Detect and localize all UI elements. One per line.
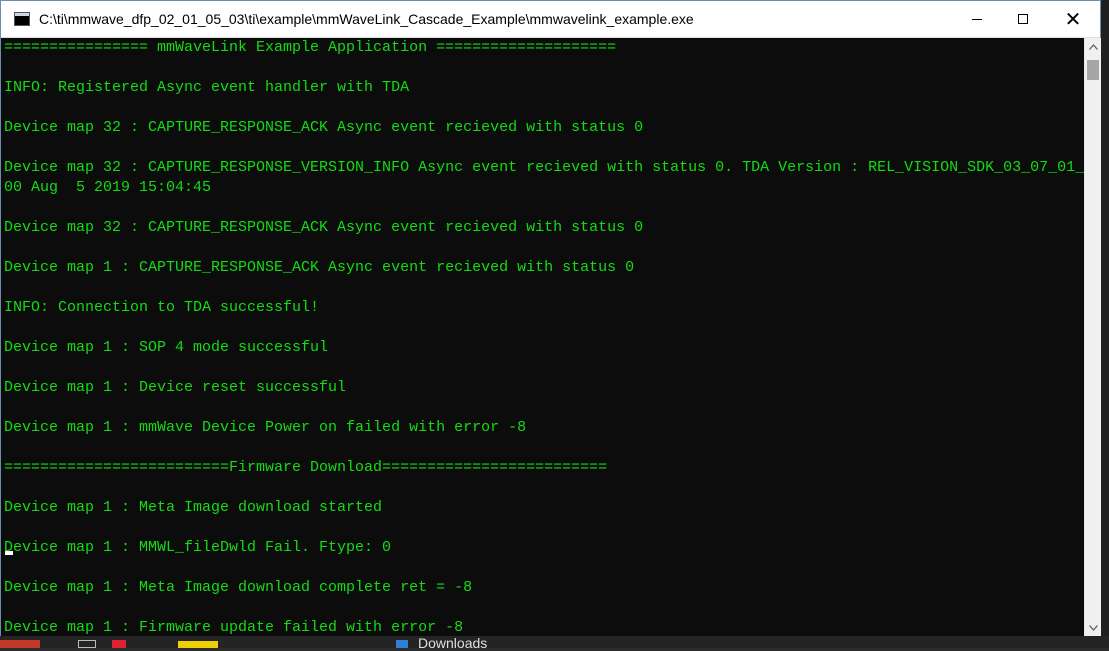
console-line: Device map 1 : Meta Image download compl… [4,579,473,596]
scrollbar-thumb[interactable] [1087,60,1099,80]
console-line: Device map 1 : SOP 4 mode successful [4,339,329,356]
taskbar-red-item[interactable] [0,640,40,648]
console-line: Device map 1 : MMWL_fileDwld Fail. Ftype… [4,539,392,556]
console-app-icon [14,12,30,26]
title-bar[interactable]: C:\ti\mmwave_dfp_02_01_05_03\ti\example\… [1,1,1100,38]
window-title: C:\ti\mmwave_dfp_02_01_05_03\ti\example\… [39,11,694,27]
console-line: Device map 1 : Device reset successful [4,379,347,396]
console-line: 00 Aug 5 2019 15:04:45 [4,179,212,196]
console-line: Device map 1 : Meta Image download start… [4,499,383,516]
console-line: Device map 1 : Firmware update failed wi… [4,619,464,636]
minimize-button[interactable] [954,1,1000,38]
taskbar-yellow-item[interactable] [178,641,218,648]
up-arrow-icon [1088,43,1098,50]
console-line: ================ mmWaveLink Example Appl… [4,39,617,56]
close-icon: ✕ [1064,8,1082,31]
desktop-background [1101,0,1109,648]
maximize-icon [1018,14,1028,24]
downloads-icon[interactable] [396,640,408,648]
scroll-up-button[interactable] [1085,38,1101,55]
console-line: Device map 1 : mmWave Device Power on fa… [4,419,527,436]
console-line: INFO: Connection to TDA successful! [4,299,320,316]
taskbar [0,636,1109,648]
console-line: Device map 32 : CAPTURE_RESPONSE_VERSION… [4,159,1084,176]
vertical-scrollbar[interactable] [1084,38,1101,636]
console-line: Device map 32 : CAPTURE_RESPONSE_ACK Asy… [4,119,644,136]
console-line: INFO: Registered Async event handler wit… [4,79,410,96]
scroll-down-button[interactable] [1085,619,1101,636]
console-line: Device map 32 : CAPTURE_RESPONSE_ACK Asy… [4,219,644,236]
console-line: =========================Firmware Downlo… [4,459,608,476]
console-window: C:\ti\mmwave_dfp_02_01_05_03\ti\example\… [0,0,1101,636]
text-cursor [5,551,13,555]
down-arrow-icon [1088,624,1098,631]
minimize-icon [972,18,982,20]
console-line: Device map 1 : CAPTURE_RESPONSE_ACK Asyn… [4,259,635,276]
console-output[interactable]: ================ mmWaveLink Example Appl… [1,38,1084,636]
close-button[interactable]: ✕ [1046,1,1100,38]
taskbar-app-icon-red[interactable] [112,640,126,648]
taskbar-app-icon[interactable] [78,640,96,648]
maximize-button[interactable] [1000,1,1046,38]
